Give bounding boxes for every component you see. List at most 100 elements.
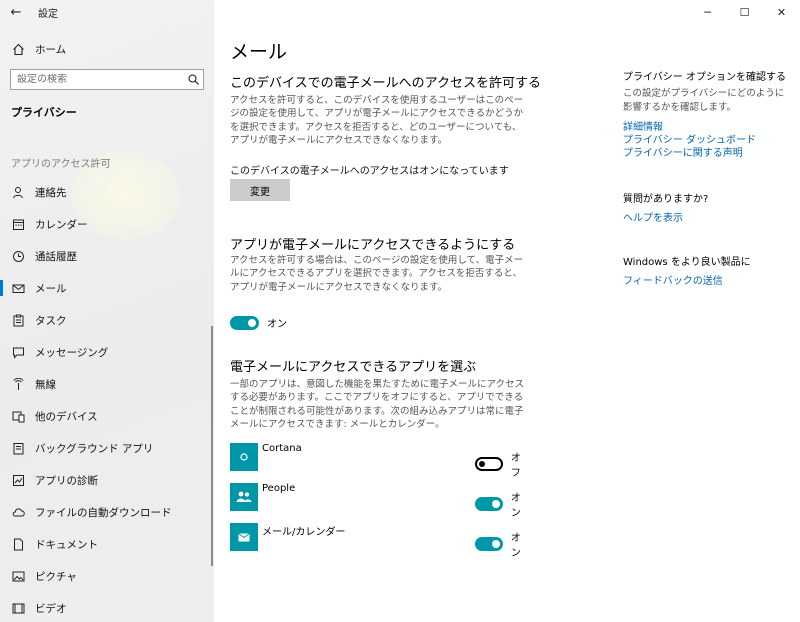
minimize-button[interactable]: ─ [689,0,726,24]
sidebar-item-label: カレンダー [35,218,88,231]
sidebar-item-label: メール [35,282,67,295]
app-toggle-people[interactable]: オン [475,489,530,519]
home-icon [11,42,25,56]
app-diagnostics-icon [11,473,25,487]
sidebar-item-label: ピクチャ [35,570,77,583]
sidebar-scrollbar[interactable] [211,326,213,566]
calendar-icon [11,217,25,231]
sidebar-item-videos[interactable]: ビデオ [0,592,214,622]
main-content: メール このデバイスでの電子メールへのアクセスを許可する アクセスを許可すると、… [214,0,800,622]
sidebar-item-messaging[interactable]: メッセージング [0,336,214,368]
toggle-knob [491,540,500,548]
app-row-mail-calendar: メール/カレンダー オン [230,522,530,559]
toggle-knob [248,318,256,327]
cloud-icon [11,505,25,519]
section-title: プライバシー [11,106,77,119]
app-access-toggle[interactable]: オン [230,315,287,330]
feedback-link[interactable]: フィードバックの送信 [623,272,723,287]
sidebar-item-label: 他のデバイス [35,410,98,423]
sidebar-item-background-apps[interactable]: バックグラウンド アプリ [0,432,214,464]
toggle-state-label: オン [510,493,521,519]
sidebar-item-label: ビデオ [35,602,67,615]
sidebar-item-label: バックグラウンド アプリ [35,442,154,455]
pictures-icon [11,569,25,583]
sidebar-item-mail[interactable]: メール [0,272,214,304]
app-name: Cortana [262,443,302,454]
search-icon[interactable] [183,70,203,89]
mail-icon [11,281,25,295]
home-label: ホーム [35,43,67,56]
toggle-state-label: オン [267,319,287,330]
window-title: 設定 [38,8,58,20]
privacy-options-text: この設定がプライバシーにどのように影響するかを確認します。 [623,88,785,113]
sidebar-item-contacts[interactable]: 連絡先 [0,176,214,208]
sidebar-item-documents[interactable]: ドキュメント [0,528,214,560]
sidebar-item-label: 通話履歴 [35,250,77,263]
toggle-state-label: オフ [510,453,521,479]
video-icon [11,601,25,615]
window-controls: ─ ☐ ✕ [689,0,800,24]
sidebar-item-label: 連絡先 [35,186,67,199]
toggle-switch[interactable] [475,537,503,551]
section-heading-choose-apps: 電子メールにアクセスできるアプリを選ぶ [230,360,477,375]
privacy-statement-link[interactable]: プライバシーに関する声明 [623,144,743,159]
contacts-icon [11,185,25,199]
toggle-knob [491,500,500,508]
document-icon [11,537,25,551]
section-heading-device-access: このデバイスでの電子メールへのアクセスを許可する [230,76,541,91]
sidebar-item-pictures[interactable]: ピクチャ [0,560,214,592]
device-access-status: このデバイスの電子メールへのアクセスはオンになっています [230,166,509,177]
search-input[interactable] [17,74,183,85]
sidebar-item-tasks[interactable]: タスク [0,304,214,336]
question-heading: 質問がありますか? [623,194,709,205]
other-devices-icon [11,409,25,423]
sidebar-item-label: タスク [35,314,67,327]
sidebar-item-label: 無線 [35,378,56,391]
get-help-link[interactable]: ヘルプを表示 [623,209,683,224]
privacy-options-heading: プライバシー オプションを確認する [623,72,786,83]
maximize-button[interactable]: ☐ [726,0,763,24]
toggle-switch[interactable] [230,315,259,330]
app-name: メール/カレンダー [262,527,346,538]
sidebar-item-label: アプリの診断 [35,474,98,487]
toggle-knob [479,461,485,467]
sidebar-item-calendar[interactable]: カレンダー [0,208,214,240]
app-row-cortana: Cortana オフ [230,442,530,479]
feedback-heading: Windows をより良い製品に [623,257,751,268]
sidebar-item-call-history[interactable]: 通話履歴 [0,240,214,272]
app-toggle-mail-calendar[interactable]: オン [475,529,530,559]
app-toggle-cortana[interactable]: オフ [475,449,530,479]
sidebar-item-app-diagnostics[interactable]: アプリの診断 [0,464,214,496]
nav-list: 連絡先 カレンダー 通話履歴 メール タスク メッセージング 無線 他のデバイス… [0,176,214,622]
search-box[interactable] [10,69,204,90]
close-button[interactable]: ✕ [763,0,800,24]
section-heading-app-access: アプリが電子メールにアクセスできるようにする [230,238,516,253]
radio-icon [11,377,25,391]
cortana-icon [230,443,258,471]
sidebar: ← 設定 ホーム プライバシー アプリのアクセス許可 連絡先 カレンダー 通話履… [0,0,214,622]
toggle-switch[interactable] [475,457,503,471]
background-apps-icon [11,441,25,455]
sidebar-item-label: ドキュメント [35,538,98,551]
toggle-state-label: オン [510,533,521,559]
tasks-icon [11,313,25,327]
group-label: アプリのアクセス許可 [11,159,111,170]
call-history-icon [11,249,25,263]
sidebar-item-radio[interactable]: 無線 [0,368,214,400]
change-button[interactable]: 変更 [230,179,290,201]
section-description-app-access: アクセスを許可する場合は、このページの設定を使用して、電子メールにアクセスできる… [230,255,524,293]
back-button[interactable]: ← [0,0,32,24]
section-description-choose-apps: 一部のアプリは、意図した機能を果たすために電子メールにアクセスする必要があります… [230,379,525,430]
sidebar-item-auto-download[interactable]: ファイルの自動ダウンロード [0,496,214,528]
sidebar-item-other-devices[interactable]: 他のデバイス [0,400,214,432]
sidebar-item-home[interactable]: ホーム [0,38,214,60]
toggle-switch[interactable] [475,497,503,511]
app-name: People [262,483,296,494]
mail-calendar-icon [230,523,258,551]
app-row-people: People オン [230,482,530,519]
page-title: メール [230,41,288,63]
sidebar-item-label: メッセージング [35,346,109,359]
people-icon [230,483,258,511]
titlebar: ← 設定 [0,0,58,24]
sidebar-item-label: ファイルの自動ダウンロード [35,506,172,519]
